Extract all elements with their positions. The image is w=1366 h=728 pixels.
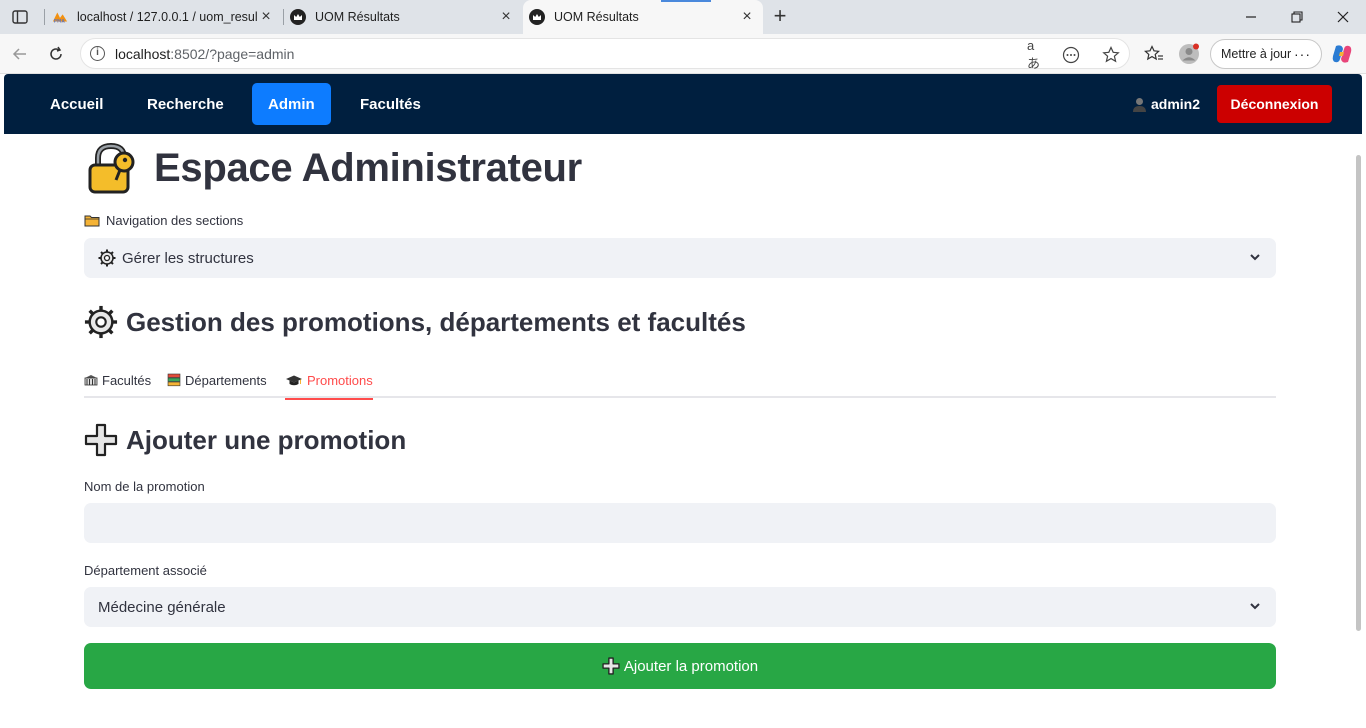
close-window-icon[interactable] [1328,6,1358,28]
main-content: Espace Administrateur Navigation des sec… [4,134,1362,728]
department-select-value: Médecine générale [98,598,226,616]
close-tab-icon[interactable]: × [498,9,514,25]
more-options-circle-icon[interactable] [1061,45,1081,65]
url-text: localhost:8502/?page=admin [115,46,294,62]
logout-button[interactable]: Déconnexion [1217,85,1332,123]
folder-icon [84,214,100,227]
books-icon [167,373,181,387]
tab-separator [44,9,45,25]
section-select-value: Gérer les structures [122,249,254,267]
form-heading-text: Ajouter une promotion [126,424,407,455]
chevron-down-icon [1248,599,1262,613]
site-info-icon[interactable]: i [90,46,105,61]
department-select[interactable]: Médecine générale [84,587,1276,627]
streamlit-crown-icon [290,9,306,25]
browser-tab-uom-active[interactable]: UOM Résultats × [523,0,763,34]
add-promotion-button[interactable]: Ajouter la promotion [84,643,1276,689]
phpmyadmin-icon: PMA [52,9,68,25]
minimize-icon[interactable] [1236,6,1266,28]
browser-tab-uom[interactable]: UOM Résultats × [284,0,522,34]
restore-icon[interactable] [1282,6,1312,28]
page-title-text: Espace Administrateur [154,145,582,190]
section-nav-label: Navigation des sections [84,213,243,228]
new-tab-icon[interactable]: + [768,5,792,29]
chevron-down-icon [1248,250,1262,264]
building-icon [84,374,98,386]
structures-heading: Gestion des promotions, départements et … [84,305,746,339]
svg-text:PMA: PMA [54,18,66,24]
tab-facultes[interactable]: Facultés [84,362,151,398]
nav-facultes[interactable]: Facultés [344,83,437,125]
tab-facultes-label: Facultés [102,372,152,388]
favorite-star-icon[interactable] [1101,45,1121,65]
user-info: admin2 [1132,83,1200,125]
browser-address-bar: i localhost:8502/?page=admin aあ Mettre à… [0,34,1366,74]
promotion-name-input[interactable] [84,503,1276,543]
update-label: Mettre à jour [1221,47,1292,61]
structures-heading-text: Gestion des promotions, départements et … [126,306,746,337]
promotion-name-label: Nom de la promotion [84,479,205,494]
update-browser-button[interactable]: Mettre à jour ··· [1210,39,1322,69]
close-tab-icon[interactable]: × [739,9,755,25]
tab-title: UOM Résultats [315,10,400,24]
section-nav-label-text: Navigation des sections [106,213,244,228]
url-bar[interactable]: i localhost:8502/?page=admin aあ [80,38,1130,71]
tab-departements[interactable]: Départements [167,362,267,398]
app-navbar: Accueil Recherche Admin Facultés admin2 … [4,74,1362,134]
url-path: :8502/?page=admin [170,46,295,62]
tab-promotions[interactable]: Promotions [285,362,373,400]
favorites-icon[interactable] [1143,43,1165,65]
nav-accueil[interactable]: Accueil [34,83,119,125]
lock-with-key-icon [84,140,140,196]
reload-icon[interactable] [44,42,68,66]
back-icon[interactable] [8,42,32,66]
add-promotion-label: Ajouter la promotion [623,657,759,675]
username: admin2 [1151,96,1201,112]
tab-title: localhost / 127.0.0.1 / uom_result [77,10,257,24]
more-icon[interactable]: ··· [1294,46,1311,62]
nav-admin[interactable]: Admin [252,83,331,125]
translate-icon[interactable]: aあ [1027,38,1047,71]
gear-icon [98,249,116,267]
graduation-cap-icon [285,374,303,387]
page-scrollbar[interactable] [1356,155,1361,631]
tab-departements-label: Départements [185,372,267,388]
department-label: Département associé [84,563,207,578]
form-heading: Ajouter une promotion [84,423,406,457]
streamlit-crown-icon [529,9,545,25]
browser-tab-phpmyadmin[interactable]: PMA localhost / 127.0.0.1 / uom_result × [46,0,282,34]
plus-icon [602,657,620,675]
structure-tabs: Facultés Départements Promotions [84,362,1276,400]
page-title: Espace Administrateur [84,138,582,198]
plus-icon [84,423,118,457]
profile-avatar-icon[interactable] [1178,43,1200,65]
gear-icon [84,305,118,339]
tab-promotions-label: Promotions [307,372,373,388]
browser-tab-bar: PMA localhost / 127.0.0.1 / uom_result ×… [0,0,1366,34]
close-tab-icon[interactable]: × [258,9,274,25]
tab-actions-icon[interactable] [8,6,32,28]
url-host: localhost [115,46,171,62]
user-icon [1132,97,1147,112]
tab-title: UOM Résultats [554,10,639,24]
section-select[interactable]: Gérer les structures [84,238,1276,278]
nav-recherche[interactable]: Recherche [131,83,240,125]
copilot-icon[interactable] [1331,43,1353,65]
